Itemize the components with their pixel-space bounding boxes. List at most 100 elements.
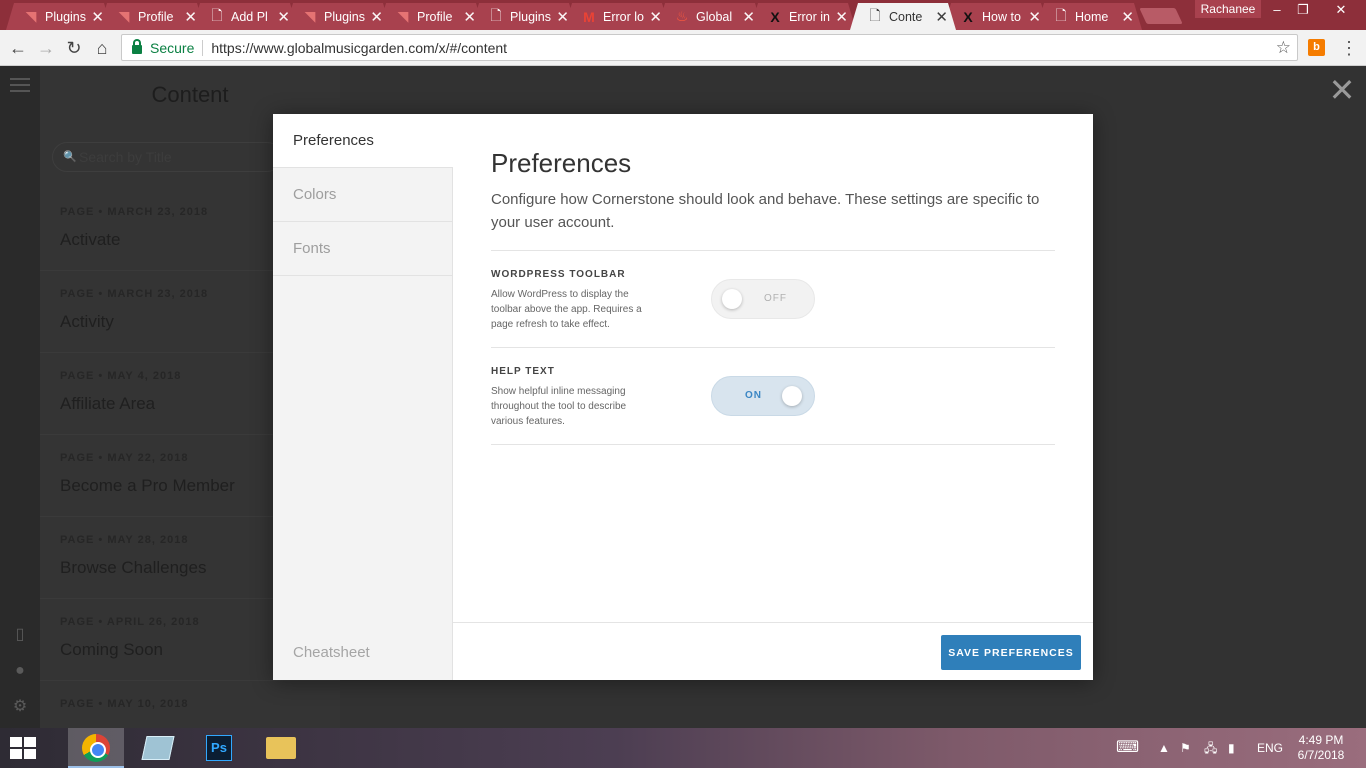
keyboard-icon[interactable]: ⌨ xyxy=(1116,728,1139,768)
window-close-icon[interactable]: ✕ xyxy=(1328,0,1354,20)
taskbar-chrome[interactable] xyxy=(68,728,124,768)
browser-toolbar: ← → ↻ ⌂ Secure https://www.globalmusicga… xyxy=(0,30,1366,66)
wp-engine-icon: ◥ xyxy=(397,8,409,24)
save-preferences-button[interactable]: SAVE PREFERENCES xyxy=(941,635,1081,670)
list-item[interactable]: PAGE • MAY 22, 2018 Become a Pro Member xyxy=(60,452,235,496)
toggle-state: ON xyxy=(745,390,762,401)
gmail-icon: M xyxy=(583,8,595,25)
nav-colors[interactable]: Colors xyxy=(273,168,453,222)
search-input[interactable]: 🔍 Search by Title xyxy=(52,142,282,172)
taskbar-photoshop[interactable]: Ps xyxy=(192,728,248,768)
windows-taskbar: Ps ⌨ ▲ ⚑ 🖧 ▮ ENG 4:49 PM 6/7/2018 xyxy=(0,728,1366,768)
setting-help: Show helpful inline messaging throughout… xyxy=(491,386,627,427)
network-icon[interactable]: 🖧 xyxy=(1204,728,1217,768)
browser-tab[interactable]: ◥ Profile ✕ xyxy=(378,3,484,30)
cheatsheet-link[interactable]: Cheatsheet xyxy=(293,644,370,661)
list-item[interactable]: PAGE • MARCH 23, 2018 Activate xyxy=(60,206,208,250)
wp-engine-icon: ◥ xyxy=(25,8,37,24)
nav-fonts[interactable]: Fonts xyxy=(273,222,453,276)
clock-time: 4:49 PM xyxy=(1298,733,1344,747)
new-tab-button[interactable] xyxy=(1139,8,1183,24)
browser-tab[interactable]: 🗋 Add Pl ✕ xyxy=(192,3,298,30)
browser-tab[interactable]: X Error in ✕ xyxy=(750,3,856,30)
secure-label: Secure xyxy=(150,39,195,56)
setting-label: HELP TEXT xyxy=(491,366,555,377)
browser-tab[interactable]: 🗋 Home ✕ xyxy=(1036,3,1142,30)
list-item[interactable]: PAGE • MAY 10, 2018 xyxy=(60,698,188,710)
power-icon[interactable]: ▮ xyxy=(1228,728,1235,768)
chevron-up-icon[interactable]: ▲ xyxy=(1158,728,1170,768)
flame-icon: ♨ xyxy=(675,8,689,24)
search-placeholder: Search by Title xyxy=(79,149,172,165)
minimize-icon[interactable]: – xyxy=(1264,0,1290,20)
help-text-toggle[interactable]: ON xyxy=(711,376,815,416)
device-icon[interactable]: ▯ xyxy=(11,626,29,644)
browser-menu-icon[interactable]: ⋮ xyxy=(1340,36,1358,60)
browser-tab[interactable]: M Error lo ✕ xyxy=(564,3,670,30)
search-icon: 🔍 xyxy=(63,151,77,163)
divider xyxy=(202,39,204,56)
toggle-state: OFF xyxy=(764,293,787,304)
extension-icon[interactable]: b xyxy=(1308,39,1325,56)
close-tab-icon[interactable]: ✕ xyxy=(835,8,848,26)
lock-icon xyxy=(132,39,142,54)
url-text[interactable]: https://www.globalmusicgarden.com/x/#/co… xyxy=(211,40,507,56)
toggle-knob xyxy=(722,289,742,309)
browser-tab[interactable]: ◥ Profile ✕ xyxy=(99,3,205,30)
list-item[interactable]: PAGE • MARCH 23, 2018 Activity xyxy=(60,288,208,332)
browser-tab[interactable]: ♨ Global ✕ xyxy=(657,3,763,30)
home-icon[interactable]: ⌂ xyxy=(90,36,114,60)
modal-sidebar: Preferences Colors Fonts Cheatsheet xyxy=(273,114,453,680)
list-item[interactable]: PAGE • APRIL 26, 2018 Coming Soon xyxy=(60,616,200,660)
close-tab-icon[interactable]: ✕ xyxy=(935,8,948,26)
close-tab-icon[interactable]: ✕ xyxy=(1121,8,1134,26)
preferences-modal: Preferences Colors Fonts Cheatsheet Pref… xyxy=(273,114,1093,680)
wp-engine-icon: ◥ xyxy=(304,8,316,24)
bookmark-star-icon[interactable]: ☆ xyxy=(1276,38,1291,58)
setting-label: WORDPRESS TOOLBAR xyxy=(491,269,626,280)
forward-icon[interactable]: → xyxy=(34,36,58,60)
list-item[interactable]: PAGE • MAY 4, 2018 Affiliate Area xyxy=(60,370,181,414)
wordpress-toolbar-toggle[interactable]: OFF xyxy=(711,279,815,319)
browser-tab-active[interactable]: 🗋 Conte ✕ xyxy=(850,3,956,30)
reload-icon[interactable]: ↻ xyxy=(62,36,86,60)
back-icon[interactable]: ← xyxy=(6,36,30,60)
taskbar-app[interactable] xyxy=(130,728,186,768)
browser-tab[interactable]: X How to ✕ xyxy=(943,3,1049,30)
browser-tab[interactable]: 🗋 Plugins ✕ xyxy=(471,3,577,30)
x-logo-icon: X xyxy=(770,8,780,25)
close-overlay-icon[interactable]: ✕ xyxy=(1328,74,1356,106)
page-icon: 🗋 xyxy=(211,6,223,23)
action-center-icon[interactable]: ⚑ xyxy=(1180,728,1191,768)
system-clock[interactable]: 4:49 PM 6/7/2018 xyxy=(1292,733,1350,763)
file-explorer-icon xyxy=(266,737,296,759)
setting-help-text: HELP TEXT Show helpful inline messaging … xyxy=(491,366,815,429)
chrome-icon xyxy=(82,734,110,762)
photoshop-icon: Ps xyxy=(206,735,232,761)
browser-tab[interactable]: ◥ Plugins ✕ xyxy=(6,3,112,30)
address-bar[interactable]: Secure https://www.globalmusicgarden.com… xyxy=(121,34,1298,61)
app-icon xyxy=(141,736,175,760)
restore-icon[interactable]: ❐ xyxy=(1290,0,1316,20)
panel-title: Content xyxy=(151,82,229,107)
language-indicator[interactable]: ENG xyxy=(1257,728,1283,768)
x-logo-icon: X xyxy=(963,8,973,25)
list-item[interactable]: PAGE • MAY 28, 2018 Browse Challenges xyxy=(60,534,206,578)
clock-date: 6/7/2018 xyxy=(1297,748,1345,762)
taskbar-file-explorer[interactable] xyxy=(252,728,308,768)
windows-start-icon[interactable] xyxy=(10,737,38,759)
toggle-knob xyxy=(782,386,802,406)
help-icon[interactable]: ● xyxy=(11,662,29,680)
page-icon: 🗋 xyxy=(490,6,502,23)
divider xyxy=(40,680,340,681)
divider xyxy=(491,347,1055,348)
browser-tab[interactable]: ◥ Plugins ✕ xyxy=(285,3,391,30)
gear-icon[interactable]: ⚙ xyxy=(11,698,29,716)
wp-engine-icon: ◥ xyxy=(118,8,130,24)
hamburger-icon[interactable] xyxy=(10,78,30,92)
setting-wordpress-toolbar: WORDPRESS TOOLBAR Allow WordPress to dis… xyxy=(491,269,815,332)
modal-main: Preferences Configure how Cornerstone sh… xyxy=(453,114,1093,680)
page-icon: 🗋 xyxy=(1055,6,1067,23)
nav-preferences[interactable]: Preferences xyxy=(273,114,453,168)
profile-button[interactable]: Rachanee xyxy=(1195,0,1261,18)
